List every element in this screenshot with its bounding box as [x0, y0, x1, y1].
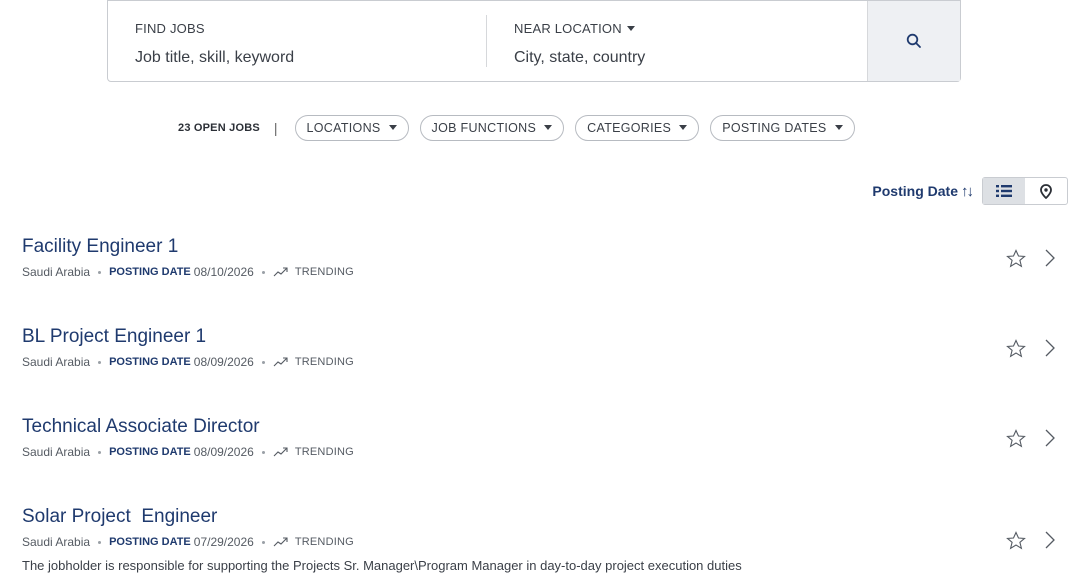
- chevron-right-icon: [1045, 429, 1055, 447]
- job-actions: [1006, 530, 1056, 550]
- posting-date-label: POSTING DATE: [109, 356, 191, 368]
- job-title-link[interactable]: Solar Project Engineer: [22, 506, 217, 528]
- trending-label: TRENDING: [294, 536, 354, 548]
- trending-icon: [273, 447, 288, 457]
- chevron-right-icon: [1045, 249, 1055, 267]
- near-location-dropdown[interactable]: NEAR LOCATION: [514, 21, 635, 36]
- list-view-button[interactable]: [983, 178, 1025, 204]
- save-job-button[interactable]: [1006, 248, 1026, 268]
- divider: |: [273, 120, 278, 136]
- view-toggle: [982, 177, 1068, 205]
- chevron-down-icon: [626, 26, 635, 32]
- bullet-icon: [98, 450, 102, 454]
- job-list-item: Solar Project Engineer Saudi Arabia POST…: [0, 506, 1080, 586]
- job-location: Saudi Arabia: [22, 445, 91, 459]
- job-title-link[interactable]: Technical Associate Director: [22, 416, 260, 438]
- find-jobs-label: FIND JOBS: [135, 21, 205, 36]
- locations-filter-label: LOCATIONS: [306, 121, 381, 135]
- job-functions-filter-label: JOB FUNCTIONS: [431, 121, 537, 135]
- trending-icon: [273, 267, 288, 277]
- star-icon: [1006, 338, 1026, 357]
- bullet-icon: [261, 360, 265, 364]
- chevron-right-icon: [1045, 339, 1055, 357]
- sort-controls: Posting Date ↑↓: [872, 177, 1068, 205]
- job-title-link[interactable]: Facility Engineer 1: [22, 236, 178, 258]
- job-actions: [1006, 428, 1056, 448]
- job-list-item: BL Project Engineer 1 Saudi Arabia POSTI…: [0, 326, 1080, 406]
- trending-icon: [273, 537, 288, 547]
- posting-date-value: 08/09/2026: [193, 445, 254, 459]
- bullet-icon: [261, 450, 265, 454]
- locations-filter[interactable]: LOCATIONS: [294, 115, 409, 141]
- job-meta: Saudi Arabia POSTING DATE 08/09/2026 TRE…: [22, 445, 354, 459]
- star-icon: [1006, 248, 1026, 267]
- bullet-icon: [98, 540, 102, 544]
- job-actions: [1006, 248, 1056, 268]
- job-location: Saudi Arabia: [22, 265, 91, 279]
- job-search-box: FIND JOBS NEAR LOCATION: [107, 0, 961, 82]
- search-icon: [906, 33, 921, 48]
- chevron-down-icon: [544, 124, 553, 130]
- chevron-right-icon: [1045, 531, 1055, 549]
- posting-date-value: 08/09/2026: [193, 355, 254, 369]
- job-location: Saudi Arabia: [22, 535, 91, 549]
- job-title-link[interactable]: BL Project Engineer 1: [22, 326, 206, 348]
- open-job-button[interactable]: [1044, 530, 1056, 550]
- chevron-down-icon: [834, 124, 843, 130]
- chevron-down-icon: [679, 124, 688, 130]
- posting-date-value: 08/10/2026: [193, 265, 254, 279]
- job-meta: Saudi Arabia POSTING DATE 08/10/2026 TRE…: [22, 265, 354, 279]
- filter-bar: 23 OPEN JOBS | LOCATIONS JOB FUNCTIONS C…: [0, 114, 1080, 142]
- open-job-button[interactable]: [1044, 338, 1056, 358]
- trending-label: TRENDING: [294, 446, 354, 458]
- bullet-icon: [261, 270, 265, 274]
- bullet-icon: [98, 360, 102, 364]
- star-icon: [1006, 428, 1026, 447]
- sort-by-posting-date[interactable]: Posting Date: [872, 183, 958, 199]
- job-actions: [1006, 338, 1056, 358]
- open-job-button[interactable]: [1044, 248, 1056, 268]
- save-job-button[interactable]: [1006, 530, 1026, 550]
- near-location-field: NEAR LOCATION: [487, 1, 867, 81]
- sort-arrows-icon[interactable]: ↑↓: [961, 183, 974, 200]
- trending-label: TRENDING: [294, 356, 354, 368]
- posting-dates-filter[interactable]: POSTING DATES: [710, 115, 855, 141]
- map-pin-icon: [1040, 183, 1052, 199]
- job-list-item: Technical Associate Director Saudi Arabi…: [0, 416, 1080, 496]
- categories-filter-label: CATEGORIES: [587, 121, 672, 135]
- star-icon: [1006, 530, 1026, 549]
- job-description: The jobholder is responsible for support…: [22, 558, 742, 573]
- location-input[interactable]: [514, 49, 814, 67]
- find-jobs-field: FIND JOBS: [108, 15, 487, 67]
- save-job-button[interactable]: [1006, 338, 1026, 358]
- job-list-item: Facility Engineer 1 Saudi Arabia POSTING…: [0, 236, 1080, 316]
- posting-date-label: POSTING DATE: [109, 536, 191, 548]
- job-functions-filter[interactable]: JOB FUNCTIONS: [419, 115, 565, 141]
- open-job-button[interactable]: [1044, 428, 1056, 448]
- map-view-button[interactable]: [1025, 178, 1067, 204]
- posting-date-label: POSTING DATE: [109, 446, 191, 458]
- save-job-button[interactable]: [1006, 428, 1026, 448]
- bullet-icon: [98, 270, 102, 274]
- posting-date-value: 07/29/2026: [193, 535, 254, 549]
- near-location-label: NEAR LOCATION: [514, 21, 622, 36]
- list-view-icon: [996, 185, 1012, 197]
- trending-label: TRENDING: [294, 266, 354, 278]
- trending-icon: [273, 357, 288, 367]
- categories-filter[interactable]: CATEGORIES: [575, 115, 700, 141]
- posting-dates-filter-label: POSTING DATES: [722, 121, 827, 135]
- bullet-icon: [261, 540, 265, 544]
- job-location: Saudi Arabia: [22, 355, 91, 369]
- job-meta: Saudi Arabia POSTING DATE 07/29/2026 TRE…: [22, 535, 354, 549]
- open-jobs-count: 23 OPEN JOBS: [178, 122, 260, 134]
- search-button[interactable]: [867, 1, 960, 81]
- job-meta: Saudi Arabia POSTING DATE 08/09/2026 TRE…: [22, 355, 354, 369]
- chevron-down-icon: [388, 124, 397, 130]
- posting-date-label: POSTING DATE: [109, 266, 191, 278]
- find-jobs-input[interactable]: [135, 49, 435, 67]
